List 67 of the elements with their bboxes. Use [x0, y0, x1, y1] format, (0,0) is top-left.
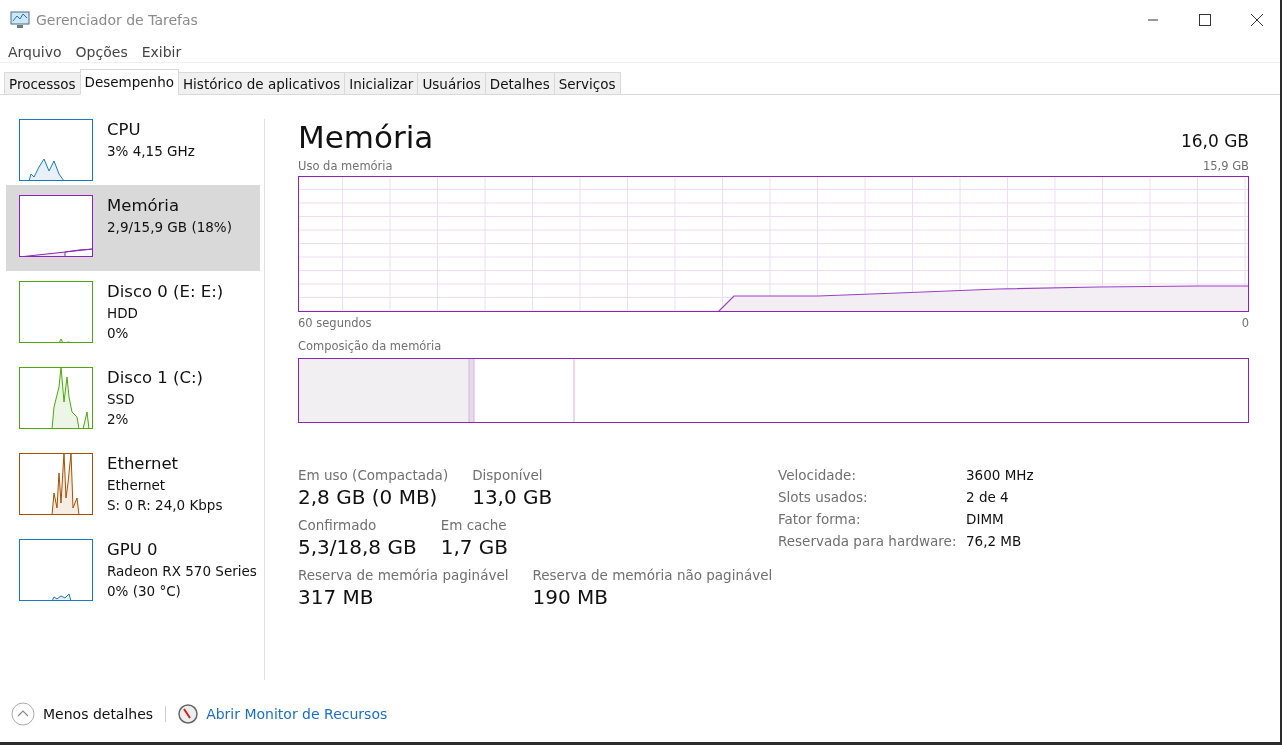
less-details-button[interactable]: Menos detalhes	[11, 702, 154, 726]
stat-value: 5,3/18,8 GB	[298, 535, 417, 559]
detail-label: Fator forma:	[778, 511, 862, 527]
stat-label: Reserva de memória paginável	[298, 567, 509, 583]
detail-value: 76,2 MB	[966, 533, 1023, 549]
stat-value: 190 MB	[532, 585, 609, 609]
tab[interactable]: Detalhes	[484, 72, 555, 95]
device-info: 0% (30 °C)	[107, 582, 182, 601]
device-info: 2%	[107, 410, 130, 429]
device-name: Disco 0 (E: E:)	[107, 281, 224, 303]
sidebar-item[interactable]: Disco 0 (E: E:) HDD 0%	[6, 271, 260, 357]
stat-value: 1,7 GB	[440, 535, 509, 559]
device-info: 2,9/15,9 GB (18%)	[107, 218, 232, 237]
maximize-icon	[1199, 14, 1211, 26]
device-name: Ethernet	[107, 453, 180, 475]
chevron-up-icon	[11, 702, 35, 726]
stat-label: Confirmado	[298, 517, 378, 533]
stat-label: Em cache	[440, 517, 508, 533]
detail-label: Slots usados:	[778, 489, 869, 505]
monitor-icon	[10, 11, 30, 29]
device-info: HDD	[107, 304, 139, 323]
detail-value: 3600 MHz	[966, 467, 1034, 483]
device-info: 0%	[107, 324, 130, 343]
device-name: GPU 0	[107, 539, 159, 561]
graph-max-label: 15,9 GB	[1202, 159, 1249, 173]
detail-label: Velocidade:	[778, 467, 857, 483]
device-name: Memória	[107, 195, 181, 217]
sidebar-item[interactable]: Disco 1 (C:) SSD 2%	[6, 357, 260, 443]
detail-label: Reservada para hardware:	[778, 533, 958, 549]
tab[interactable]: Processos	[4, 72, 81, 95]
device-name: CPU	[107, 119, 142, 141]
time-span-label: 60 segundos	[298, 316, 372, 330]
stat-label: Disponível	[472, 467, 544, 483]
window-title: Gerenciador de Tarefas	[36, 12, 199, 28]
tab[interactable]: Usuários	[417, 72, 486, 95]
axis-end-label: 0	[1241, 316, 1249, 330]
device-info: SSD	[107, 390, 136, 409]
close-icon	[1251, 14, 1263, 26]
stat-label: Em uso (Compactada)	[298, 467, 449, 483]
sidebar-item[interactable]: GPU 0 Radeon RX 570 Series 0% (30 °C)	[6, 529, 260, 615]
stat-value: 2,8 GB (0 MB)	[298, 485, 439, 509]
composition-label: Composição da memória	[298, 339, 442, 353]
sidebar-item[interactable]: Memória 2,9/15,9 GB (18%)	[6, 185, 260, 271]
tab[interactable]: Serviços	[553, 72, 621, 95]
section-title: Memória	[298, 119, 434, 155]
total-memory: 16,0 GB	[1180, 131, 1249, 151]
detail-value: DIMM	[966, 511, 1005, 527]
menu-item[interactable]: Opções	[75, 44, 128, 60]
tab[interactable]: Desempenho	[79, 69, 179, 95]
tab[interactable]: Inicializar	[344, 72, 419, 95]
resource-monitor-link[interactable]: Abrir Monitor de Recursos	[206, 706, 388, 722]
menu-item[interactable]: Arquivo	[8, 44, 62, 60]
stat-label: Reserva de memória não paginável	[532, 567, 773, 583]
device-name: Disco 1 (C:)	[107, 367, 203, 389]
tab[interactable]: Histórico de aplicativos	[177, 72, 346, 95]
sidebar-item[interactable]: Ethernet Ethernet S: 0 R: 24,0 Kbps	[6, 443, 260, 529]
gauge-icon	[178, 704, 199, 724]
stat-value: 317 MB	[298, 585, 375, 609]
stat-value: 13,0 GB	[472, 485, 553, 509]
graph-label: Uso da memória	[298, 159, 393, 173]
menu-item[interactable]: Exibir	[141, 44, 182, 60]
device-info: 3% 4,15 GHz	[107, 142, 195, 161]
detail-value: 2 de 4	[966, 489, 1010, 505]
device-info: Ethernet	[107, 476, 167, 495]
sidebar-item[interactable]: CPU 3% 4,15 GHz	[6, 119, 260, 181]
device-info: S: 0 R: 24,0 Kbps	[107, 496, 223, 515]
device-info: Radeon RX 570 Series	[107, 562, 257, 581]
